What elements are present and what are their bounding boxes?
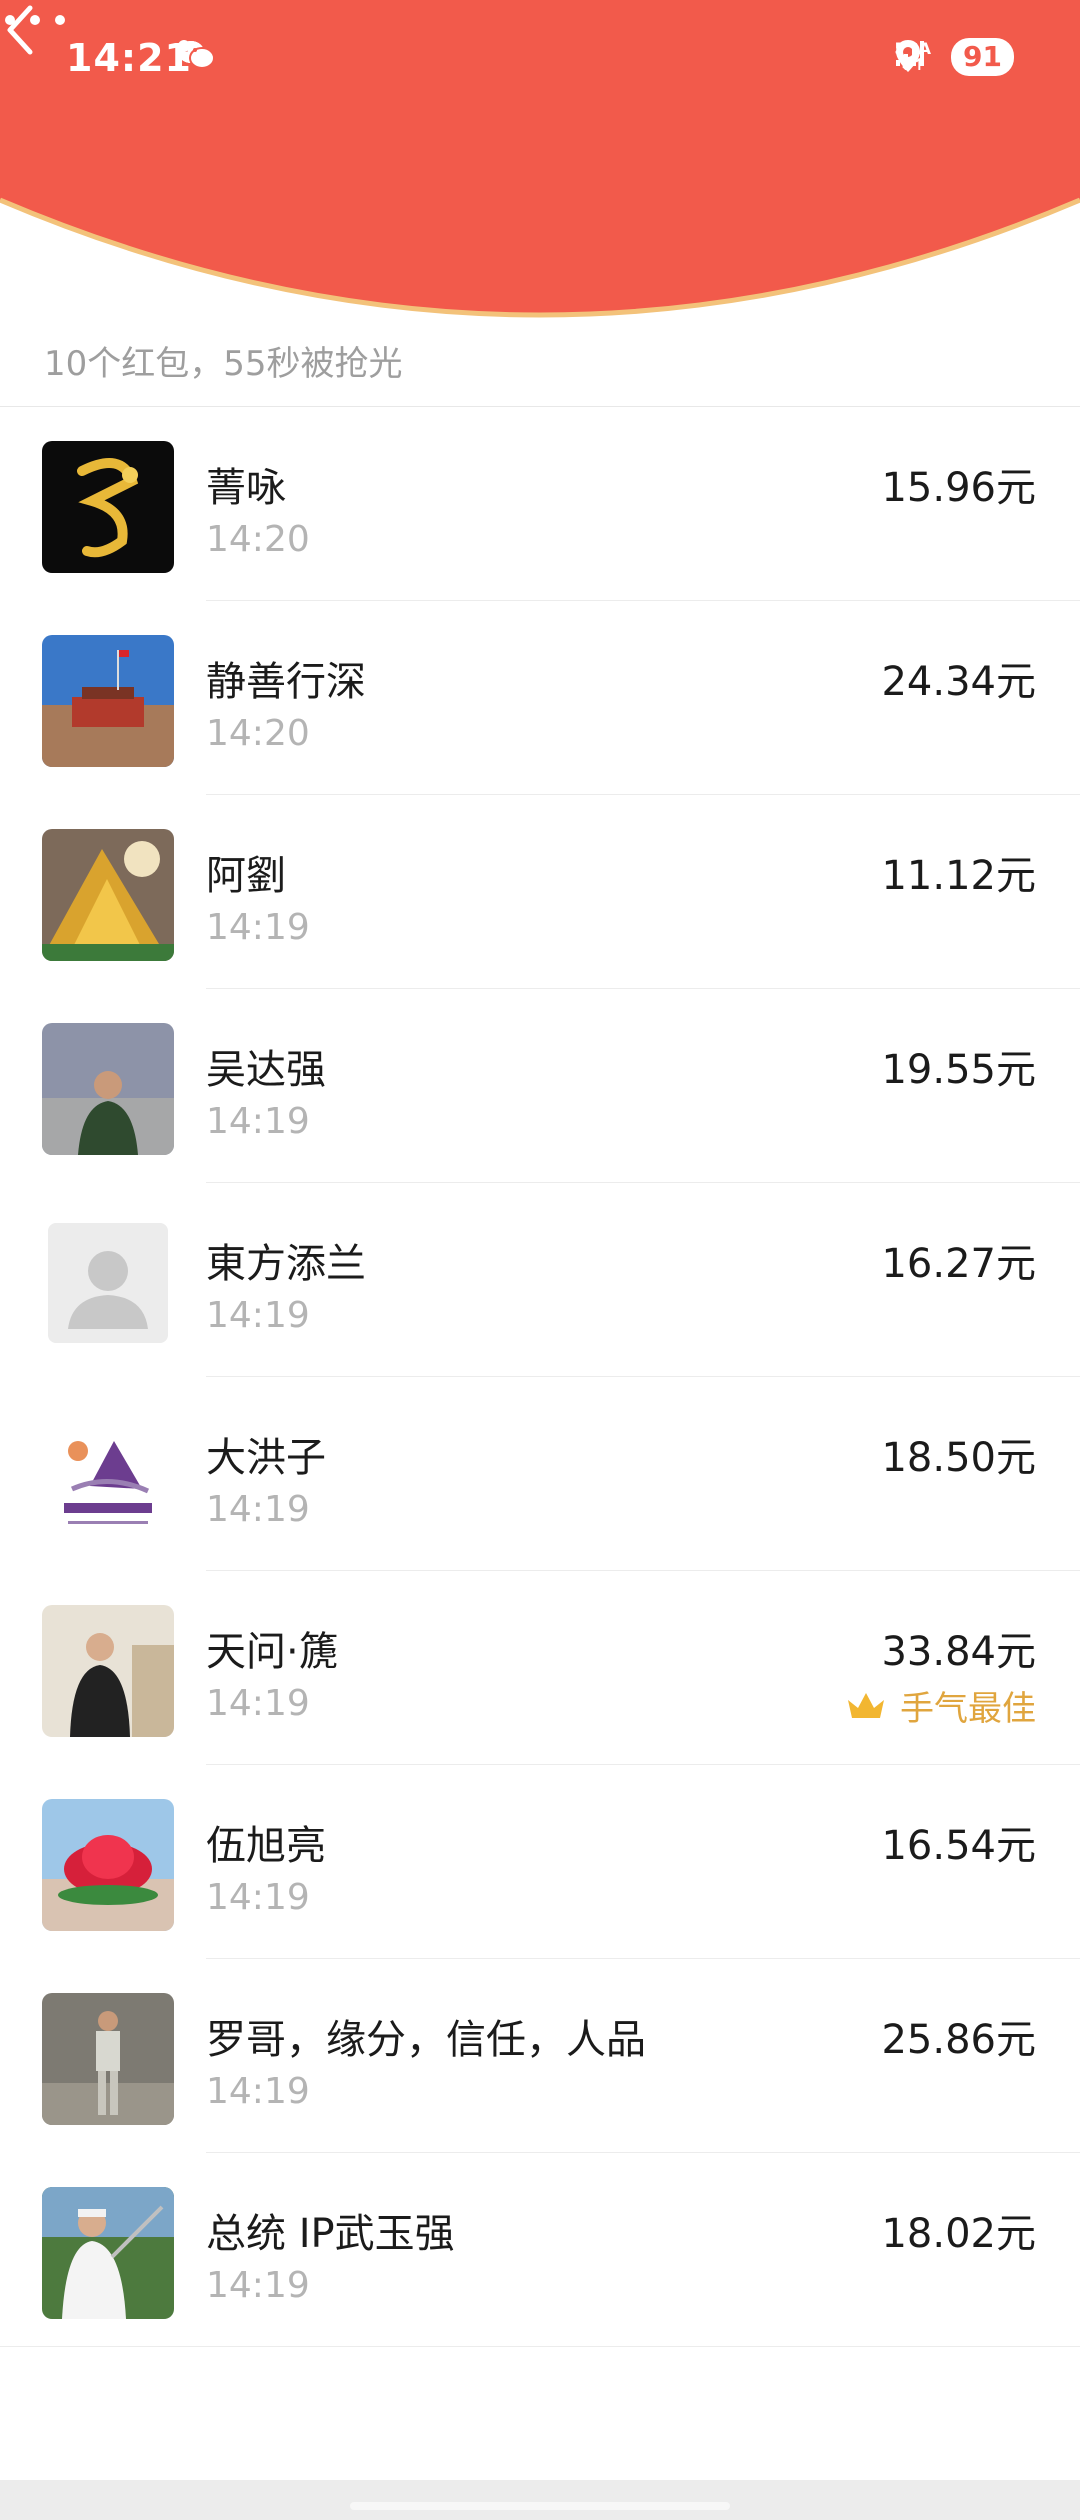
- packet-amount: 18.50元: [881, 1435, 1036, 1481]
- home-indicator[interactable]: [350, 2502, 730, 2510]
- list-item[interactable]: 菁咏 14:20 15.96元: [0, 407, 1080, 601]
- best-luck-badge: 手气最佳: [846, 1681, 1036, 1730]
- grab-time: 14:19: [206, 2265, 310, 2306]
- packet-amount: 19.55元: [881, 1047, 1036, 1093]
- list-item[interactable]: 東方添兰 14:19 16.27元: [0, 1183, 1080, 1377]
- row-divider: [0, 2346, 1080, 2347]
- recipient-name: 伍旭亮: [206, 1823, 326, 1869]
- grab-time: 14:20: [206, 519, 310, 560]
- grab-time: 14:19: [206, 1877, 310, 1918]
- avatar[interactable]: [42, 1605, 174, 1737]
- list-item[interactable]: 静善行深 14:20 24.34元: [0, 601, 1080, 795]
- grab-time: 14:20: [206, 713, 310, 754]
- packet-amount: 11.12元: [881, 853, 1036, 899]
- status-time: 14:21: [66, 36, 192, 80]
- avatar[interactable]: [42, 1023, 174, 1155]
- recipient-name: 静善行深: [206, 659, 366, 705]
- list-item[interactable]: 吴达强 14:19 19.55元: [0, 989, 1080, 1183]
- grab-time: 14:19: [206, 907, 310, 948]
- recipient-list: 菁咏 14:20 15.96元 静善行深 14:20 24.34元 阿劉 14:…: [0, 407, 1080, 2347]
- avatar[interactable]: [42, 1799, 174, 1931]
- packet-amount: 16.27元: [881, 1241, 1036, 1287]
- default-avatar-icon[interactable]: [42, 1217, 174, 1349]
- recipient-name: 阿劉: [206, 853, 286, 899]
- signal-icon: [896, 41, 925, 66]
- battery-indicator: 91: [951, 38, 1014, 76]
- recipient-name: 菁咏: [206, 465, 286, 511]
- packet-amount: 33.84元: [881, 1629, 1036, 1675]
- grab-time: 14:19: [206, 2071, 310, 2112]
- avatar[interactable]: [42, 1993, 174, 2125]
- grab-time: 14:19: [206, 1683, 310, 1724]
- more-options-button[interactable]: [0, 0, 70, 40]
- avatar[interactable]: [42, 2187, 174, 2319]
- list-item[interactable]: 伍旭亮 14:19 16.54元: [0, 1765, 1080, 1959]
- packet-amount: 18.02元: [881, 2211, 1036, 2257]
- avatar[interactable]: [42, 441, 174, 573]
- packet-summary: 10个红包，55秒被抢光: [44, 344, 403, 384]
- recipient-name: 東方添兰: [206, 1241, 366, 1287]
- packet-amount: 25.86元: [881, 2017, 1036, 2063]
- crown-icon: [848, 1692, 884, 1718]
- list-item[interactable]: 大洪子 14:19 18.50元: [0, 1377, 1080, 1571]
- grab-time: 14:19: [206, 1295, 310, 1336]
- avatar[interactable]: [42, 1411, 174, 1543]
- red-packet-header: 14:21 5GA ↓↑: [0, 0, 1080, 330]
- recipient-name: 罗哥，缘分，信任，人品: [206, 2017, 646, 2063]
- packet-amount: 24.34元: [881, 659, 1036, 705]
- packet-amount: 15.96元: [881, 465, 1036, 511]
- grab-time: 14:19: [206, 1101, 310, 1142]
- packet-amount: 16.54元: [881, 1823, 1036, 1869]
- avatar[interactable]: [42, 829, 174, 961]
- grab-time: 14:19: [206, 1489, 310, 1530]
- list-item[interactable]: 阿劉 14:19 11.12元: [0, 795, 1080, 989]
- navigation-bar: [0, 2480, 1080, 2520]
- recipient-name: 天问·篪: [206, 1629, 339, 1675]
- list-item[interactable]: 天问·篪 14:19 33.84元 手气最佳: [0, 1571, 1080, 1765]
- recipient-name: 吴达强: [206, 1047, 326, 1093]
- avatar[interactable]: [42, 635, 174, 767]
- list-item[interactable]: 总统 IP武玉强 14:19 18.02元: [0, 2153, 1080, 2347]
- dot-icon: [178, 40, 190, 52]
- list-item[interactable]: 罗哥，缘分，信任，人品 14:19 25.86元: [0, 1959, 1080, 2153]
- recipient-name: 总统 IP武玉强: [206, 2211, 455, 2257]
- best-luck-label: 手气最佳: [900, 1689, 1036, 1729]
- system-status-icons: 5GA ↓↑ 91: [894, 38, 1014, 76]
- recipient-name: 大洪子: [206, 1435, 326, 1481]
